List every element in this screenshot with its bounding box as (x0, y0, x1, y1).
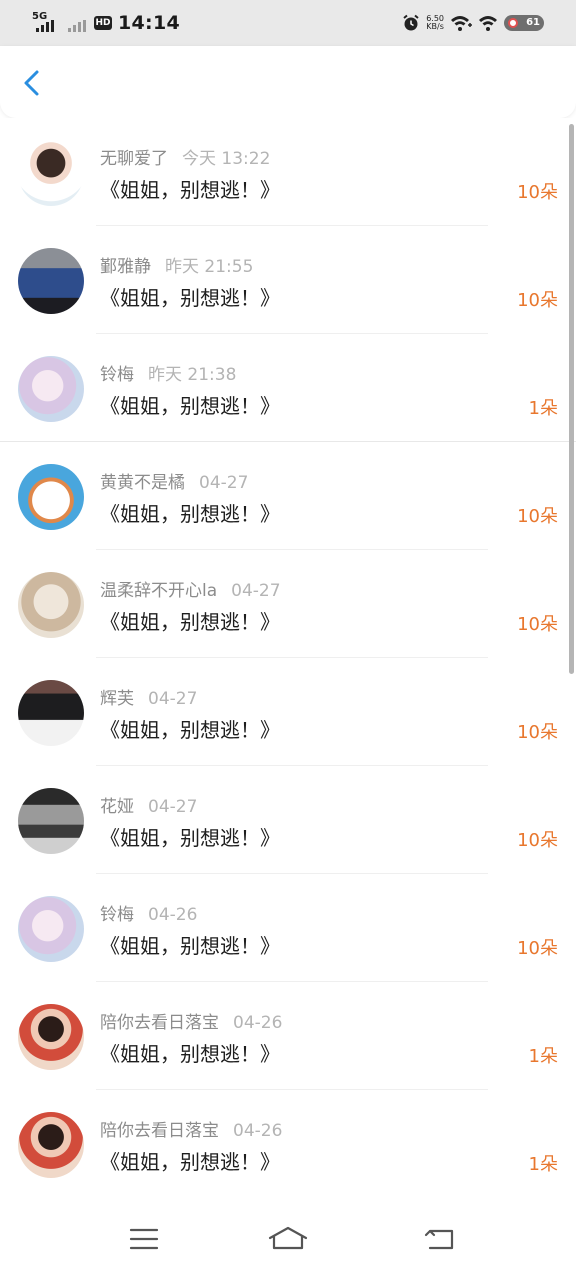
user-name: 花娅 (100, 797, 134, 817)
avatar[interactable] (18, 356, 84, 422)
user-name: 铃梅 (100, 905, 134, 925)
message-text: 《姐姐，别想逃！》 (100, 718, 280, 742)
system-nav-bar (0, 1194, 576, 1280)
message-text: 《姐姐，别想逃！》 (100, 1042, 280, 1066)
gift-amount: 10朵 (517, 182, 558, 203)
avatar[interactable] (18, 248, 84, 314)
list-item[interactable]: 温柔辞不开心la 04-27 《姐姐，别想逃！》 10朵 (0, 550, 576, 658)
list-item[interactable]: 鄞雅静 昨天 21:55 《姐姐，别想逃！》 10朵 (0, 226, 576, 334)
avatar[interactable] (18, 896, 84, 962)
wifi-icon (479, 16, 497, 31)
user-name: 铃梅 (100, 365, 134, 385)
list-item[interactable]: 铃梅 昨天 21:38 《姐姐，别想逃！》 1朵 (0, 334, 576, 442)
message-text: 《姐姐，别想逃！》 (100, 610, 280, 634)
gift-amount: 10朵 (517, 938, 558, 959)
avatar[interactable] (18, 1004, 84, 1070)
timestamp: 04-27 (148, 797, 198, 817)
list-item[interactable]: 花娅 04-27 《姐姐，别想逃！》 10朵 (0, 766, 576, 874)
avatar[interactable] (18, 140, 84, 206)
menu-button[interactable] (122, 1224, 166, 1254)
gift-amount: 1朵 (528, 1154, 558, 1175)
timestamp: 04-26 (148, 905, 198, 925)
list-item[interactable]: 辉芙 04-27 《姐姐，别想逃！》 10朵 (0, 658, 576, 766)
timestamp: 04-26 (233, 1013, 283, 1033)
back-nav-button[interactable] (418, 1224, 462, 1254)
status-right: 6.50 KB/s 61 (402, 10, 544, 36)
scrollbar[interactable] (569, 124, 574, 674)
header-bar (0, 46, 576, 118)
chevron-left-icon (24, 70, 39, 96)
timestamp: 今天 13:22 (182, 149, 271, 169)
timestamp: 04-26 (233, 1121, 283, 1141)
menu-icon (129, 1228, 159, 1250)
network-speed: 6.50 KB/s (426, 15, 444, 31)
timestamp: 04-27 (231, 581, 281, 601)
user-name: 陪你去看日落宝 (100, 1121, 219, 1141)
list-item[interactable]: 无聊爱了 今天 13:22 《姐姐，别想逃！》 10朵 (0, 118, 576, 226)
gift-amount: 10朵 (517, 614, 558, 635)
home-icon (268, 1226, 308, 1250)
gift-amount: 10朵 (517, 830, 558, 851)
home-button[interactable] (266, 1224, 310, 1254)
user-name: 温柔辞不开心la (100, 581, 218, 601)
message-text: 《姐姐，别想逃！》 (100, 394, 280, 418)
gift-amount: 1朵 (528, 398, 558, 419)
gift-amount: 10朵 (517, 722, 558, 743)
avatar[interactable] (18, 572, 84, 638)
user-name: 鄞雅静 (100, 257, 151, 277)
network-speed-unit: KB/s (426, 22, 444, 31)
battery-indicator: 61 (504, 15, 544, 31)
status-left: 5G HD 14:14 (32, 10, 180, 36)
message-text: 《姐姐，别想逃！》 (100, 502, 280, 526)
back-button[interactable] (14, 62, 54, 102)
user-name: 黄黄不是橘 (100, 473, 185, 493)
status-bar: 5G HD 14:14 6.50 KB/s 61 (0, 0, 576, 46)
avatar[interactable] (18, 788, 84, 854)
timestamp: 昨天 21:38 (148, 365, 237, 385)
message-text: 《姐姐，别想逃！》 (100, 286, 280, 310)
wifi-plus-icon (451, 16, 472, 31)
gift-amount: 10朵 (517, 290, 558, 311)
list-item[interactable]: 铃梅 04-26 《姐姐，别想逃！》 10朵 (0, 874, 576, 982)
list-item[interactable]: 黄黄不是橘 04-27 《姐姐，别想逃！》 10朵 (0, 442, 576, 550)
signal-5g-icon: 5G (32, 12, 58, 34)
signal-secondary-icon (64, 12, 90, 34)
avatar[interactable] (18, 680, 84, 746)
status-time: 14:14 (118, 12, 180, 34)
list-item[interactable]: 陪你去看日落宝 04-26 《姐姐，别想逃！》 1朵 (0, 982, 576, 1090)
user-name: 陪你去看日落宝 (100, 1013, 219, 1033)
message-text: 《姐姐，别想逃！》 (100, 826, 280, 850)
message-text: 《姐姐，别想逃！》 (100, 934, 280, 958)
battery-dot-icon (508, 18, 518, 28)
gift-list[interactable]: 无聊爱了 今天 13:22 《姐姐，别想逃！》 10朵 鄞雅静 昨天 21:55 《… (0, 118, 576, 1194)
list-item[interactable]: 陪你去看日落宝 04-26 《姐姐，别想逃！》 1朵 (0, 1090, 576, 1194)
battery-level: 61 (526, 17, 540, 28)
message-text: 《姐姐，别想逃！》 (100, 178, 280, 202)
alarm-icon (403, 14, 419, 31)
timestamp: 04-27 (148, 689, 198, 709)
avatar[interactable] (18, 464, 84, 530)
user-name: 无聊爱了 (100, 149, 168, 169)
user-name: 辉芙 (100, 689, 134, 709)
gift-amount: 10朵 (517, 506, 558, 527)
message-text: 《姐姐，别想逃！》 (100, 1150, 280, 1174)
timestamp: 昨天 21:55 (165, 257, 254, 277)
gift-amount: 1朵 (528, 1046, 558, 1067)
hd-badge: HD (94, 16, 112, 30)
back-icon (424, 1229, 454, 1250)
timestamp: 04-27 (199, 473, 249, 493)
avatar[interactable] (18, 1112, 84, 1178)
